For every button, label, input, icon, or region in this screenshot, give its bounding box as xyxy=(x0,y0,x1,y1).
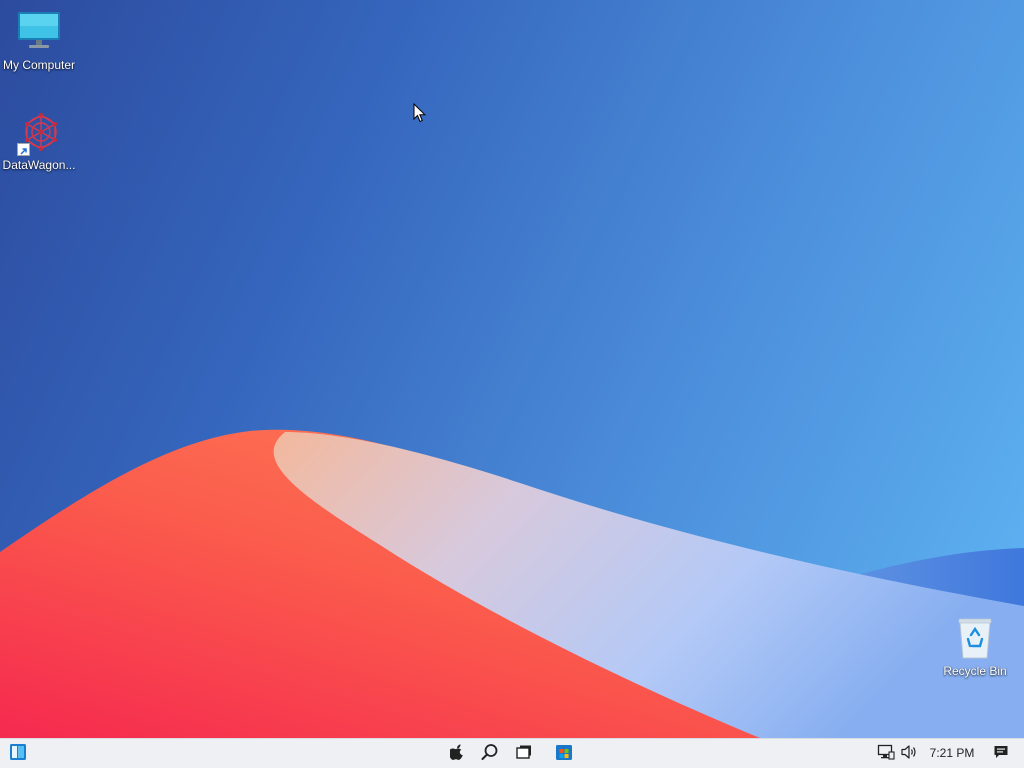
store-button[interactable] xyxy=(552,742,576,766)
desktop-icon-label: My Computer xyxy=(2,58,76,72)
desktop-icon-label: Recycle Bin xyxy=(943,664,1007,678)
search-icon xyxy=(481,743,499,766)
start-button[interactable] xyxy=(6,742,30,766)
start-menu-icon xyxy=(9,743,27,766)
task-view-icon xyxy=(515,744,533,765)
shortcut-arrow-icon xyxy=(17,143,30,156)
network-button[interactable] xyxy=(874,742,898,766)
recycle-bin-icon xyxy=(951,614,999,662)
network-icon xyxy=(877,744,895,765)
taskbar-clock[interactable]: 7:21 PM xyxy=(922,739,982,769)
desktop[interactable]: My Computer DataWagon... Recycle Bin xyxy=(0,0,1024,738)
volume-button[interactable] xyxy=(897,742,921,766)
volume-icon xyxy=(900,744,918,765)
notification-icon xyxy=(993,744,1009,765)
monitor-icon xyxy=(15,8,63,56)
desktop-icon-my-computer[interactable]: My Computer xyxy=(0,8,78,72)
task-view-button[interactable] xyxy=(512,742,536,766)
store-icon xyxy=(555,743,573,766)
notification-button[interactable] xyxy=(989,742,1013,766)
mouse-cursor-icon xyxy=(413,103,427,123)
datawagon-app-icon xyxy=(15,108,63,156)
search-button[interactable] xyxy=(478,742,502,766)
wallpaper xyxy=(0,429,1024,738)
apple-button[interactable] xyxy=(445,742,469,766)
apple-icon xyxy=(448,743,464,765)
desktop-icon-recycle-bin[interactable]: Recycle Bin xyxy=(936,614,1014,678)
taskbar: 7:21 PM xyxy=(0,738,1024,768)
desktop-icon-datawagon[interactable]: DataWagon... xyxy=(0,108,78,172)
desktop-icon-label: DataWagon... xyxy=(2,158,76,172)
